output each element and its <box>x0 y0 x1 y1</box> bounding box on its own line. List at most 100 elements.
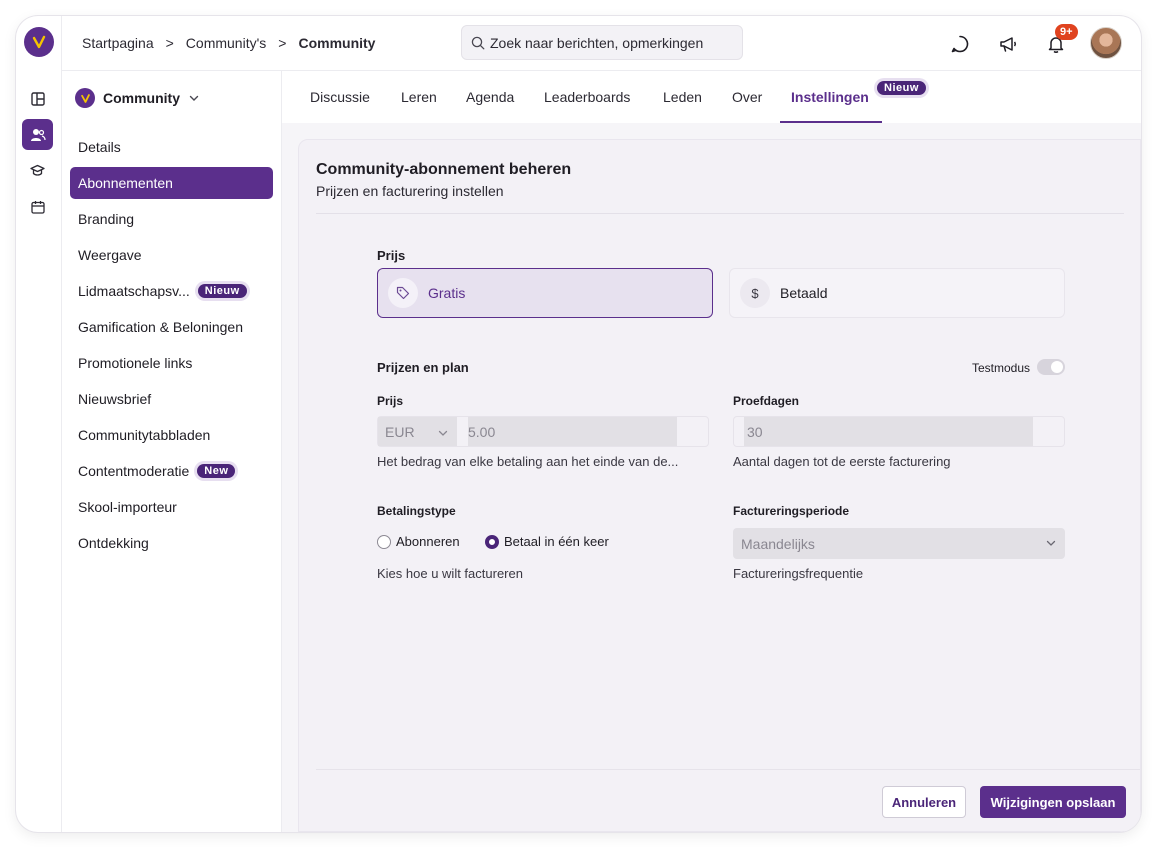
sidebar-item-label: Contentmoderatie <box>78 463 190 479</box>
tag-icon <box>388 278 418 308</box>
radio-button[interactable] <box>377 534 391 549</box>
sidebar-item-nieuwsbrief[interactable]: Nieuwsbrief <box>70 383 273 415</box>
sidebar-item-contentmoderatie[interactable]: Contentmoderatie New <box>70 455 273 487</box>
radio-label: Abonneren <box>396 534 460 549</box>
tab-leaderboards[interactable]: Leaderboards <box>544 89 630 105</box>
tab-discussie[interactable]: Discussie <box>310 89 370 105</box>
new-badge: Nieuw <box>877 81 926 95</box>
billing-period-select[interactable]: Maandelijks <box>733 528 1065 559</box>
trial-value: 30 <box>747 423 763 440</box>
radio-label: Betaal in één keer <box>504 534 609 549</box>
breadcrumb-current: Community <box>298 35 376 51</box>
search-icon <box>471 36 485 49</box>
price-section-label: Prijs <box>377 248 406 263</box>
settings-sidebar: Community Details Abonnementen Branding … <box>62 71 282 832</box>
free-option[interactable]: Gratis <box>377 268 713 318</box>
billing-period-label: Factureringsperiode <box>733 504 850 518</box>
subscription-card: Community-abonnement beheren Prijzen en … <box>298 139 1141 832</box>
chat-icon[interactable] <box>949 33 971 55</box>
tab-leren[interactable]: Leren <box>401 89 437 105</box>
graduation-cap-icon[interactable] <box>22 155 53 186</box>
sidebar-item-label: Nieuwsbrief <box>78 391 152 407</box>
breadcrumb-home[interactable]: Startpagina <box>82 35 154 51</box>
trial-field[interactable]: 30 <box>733 416 1065 447</box>
megaphone-icon[interactable] <box>997 33 1019 55</box>
price-label: Prijs <box>377 394 404 408</box>
radio-betaal-eenmalig[interactable]: Betaal in één keer <box>485 534 609 549</box>
billing-period-help: Factureringsfrequentie <box>733 566 864 581</box>
paid-option-label: Betaald <box>780 285 828 301</box>
active-tab-indicator <box>780 121 882 123</box>
sidebar-item-label: Gamification & Beloningen <box>78 319 243 335</box>
breadcrumb: Startpagina > Community's > Community <box>82 35 375 51</box>
free-option-label: Gratis <box>428 285 466 301</box>
search-placeholder: Zoek naar berichten, opmerkingen <box>490 34 704 51</box>
app-logo[interactable] <box>24 27 54 57</box>
sidebar-item-abonnementen[interactable]: Abonnementen <box>70 167 273 199</box>
avatar[interactable] <box>1090 27 1122 59</box>
card-subtitle: Prijzen en facturering instellen <box>316 183 504 199</box>
paid-option[interactable]: $ Betaald <box>729 268 1065 318</box>
trial-help: Aantal dagen tot de eerste facturering <box>733 454 951 469</box>
settings-menu: Details Abonnementen Branding Weergave L… <box>70 131 273 563</box>
sidebar-item-label: Weergave <box>78 247 142 263</box>
sidebar-item-label: Abonnementen <box>78 175 173 191</box>
sidebar-item-communitytabbladen[interactable]: Communitytabbladen <box>70 419 273 451</box>
currency-value: EUR <box>385 423 415 440</box>
price-field[interactable]: EUR 5.00 <box>377 416 709 447</box>
sidebar-item-ontdekking[interactable]: Ontdekking <box>70 527 273 559</box>
sidebar-item-label: Promotionele links <box>78 355 193 371</box>
save-button[interactable]: Wijzigingen opslaan <box>980 786 1126 818</box>
trial-input[interactable]: 30 <box>744 417 1033 446</box>
cancel-button[interactable]: Annuleren <box>882 786 966 818</box>
sidebar-item-details[interactable]: Details <box>70 131 273 163</box>
chevron-down-icon <box>189 95 199 101</box>
test-mode-toggle[interactable] <box>1037 359 1065 375</box>
payment-type-help: Kies hoe u wilt factureren <box>377 566 523 581</box>
price-value: 5.00 <box>468 423 496 440</box>
card-footer: Annuleren Wijzigingen opslaan <box>316 769 1140 831</box>
tab-agenda[interactable]: Agenda <box>466 89 514 105</box>
sidebar-item-label: Branding <box>78 211 135 227</box>
plan-label: Prijzen en plan <box>377 360 469 375</box>
community-icon[interactable] <box>22 119 53 150</box>
tab-leden[interactable]: Leden <box>663 89 702 105</box>
new-badge: Nieuw <box>197 284 247 298</box>
payment-type-label: Betalingstype <box>377 504 456 518</box>
radio-button[interactable] <box>485 534 499 549</box>
main-content: Discussie Leren Agenda Leaderboards Lede… <box>282 71 1141 832</box>
sidebar-item-label: Communitytabbladen <box>78 427 211 443</box>
chevron-down-icon <box>438 430 448 436</box>
community-switcher[interactable]: Community <box>75 88 200 108</box>
new-badge: New <box>197 464 236 478</box>
community-name: Community <box>103 90 180 106</box>
icon-rail <box>16 16 62 832</box>
notification-badge: 9+ <box>1055 24 1078 40</box>
trial-label: Proefdagen <box>733 394 800 408</box>
sidebar-item-gamification[interactable]: Gamification & Beloningen <box>70 311 273 343</box>
sidebar-item-label: Lidmaatschapsv... <box>78 283 190 299</box>
sidebar-item-label: Ontdekking <box>78 535 149 551</box>
currency-select[interactable]: EUR <box>378 417 457 446</box>
tab-over[interactable]: Over <box>732 89 762 105</box>
tab-instellingen[interactable]: Instellingen <box>791 89 869 105</box>
sidebar-item-skool-importeur[interactable]: Skool-importeur <box>70 491 273 523</box>
chevron-down-icon <box>1046 540 1056 546</box>
card-title: Community-abonnement beheren <box>316 161 572 178</box>
sidebar-item-label: Details <box>78 139 121 155</box>
calendar-icon[interactable] <box>22 191 53 222</box>
price-input[interactable]: 5.00 <box>468 417 677 446</box>
sidebar-item-promotionele-links[interactable]: Promotionele links <box>70 347 273 379</box>
sidebar-item-weergave[interactable]: Weergave <box>70 239 273 271</box>
radio-abonneren[interactable]: Abonneren <box>377 534 460 549</box>
sidebar-item-lidmaatschap[interactable]: Lidmaatschapsv... Nieuw <box>70 275 273 307</box>
sidebar-item-branding[interactable]: Branding <box>70 203 273 235</box>
divider <box>316 213 1124 214</box>
tab-bar: Discussie Leren Agenda Leaderboards Lede… <box>282 71 1141 123</box>
layout-icon[interactable] <box>22 83 53 114</box>
breadcrumb-separator: > <box>165 35 174 51</box>
breadcrumb-separator: > <box>278 35 287 51</box>
top-header: Startpagina > Community's > Community Zo… <box>62 16 1141 71</box>
breadcrumb-communities[interactable]: Community's <box>186 35 266 51</box>
search-input[interactable]: Zoek naar berichten, opmerkingen <box>461 25 743 60</box>
